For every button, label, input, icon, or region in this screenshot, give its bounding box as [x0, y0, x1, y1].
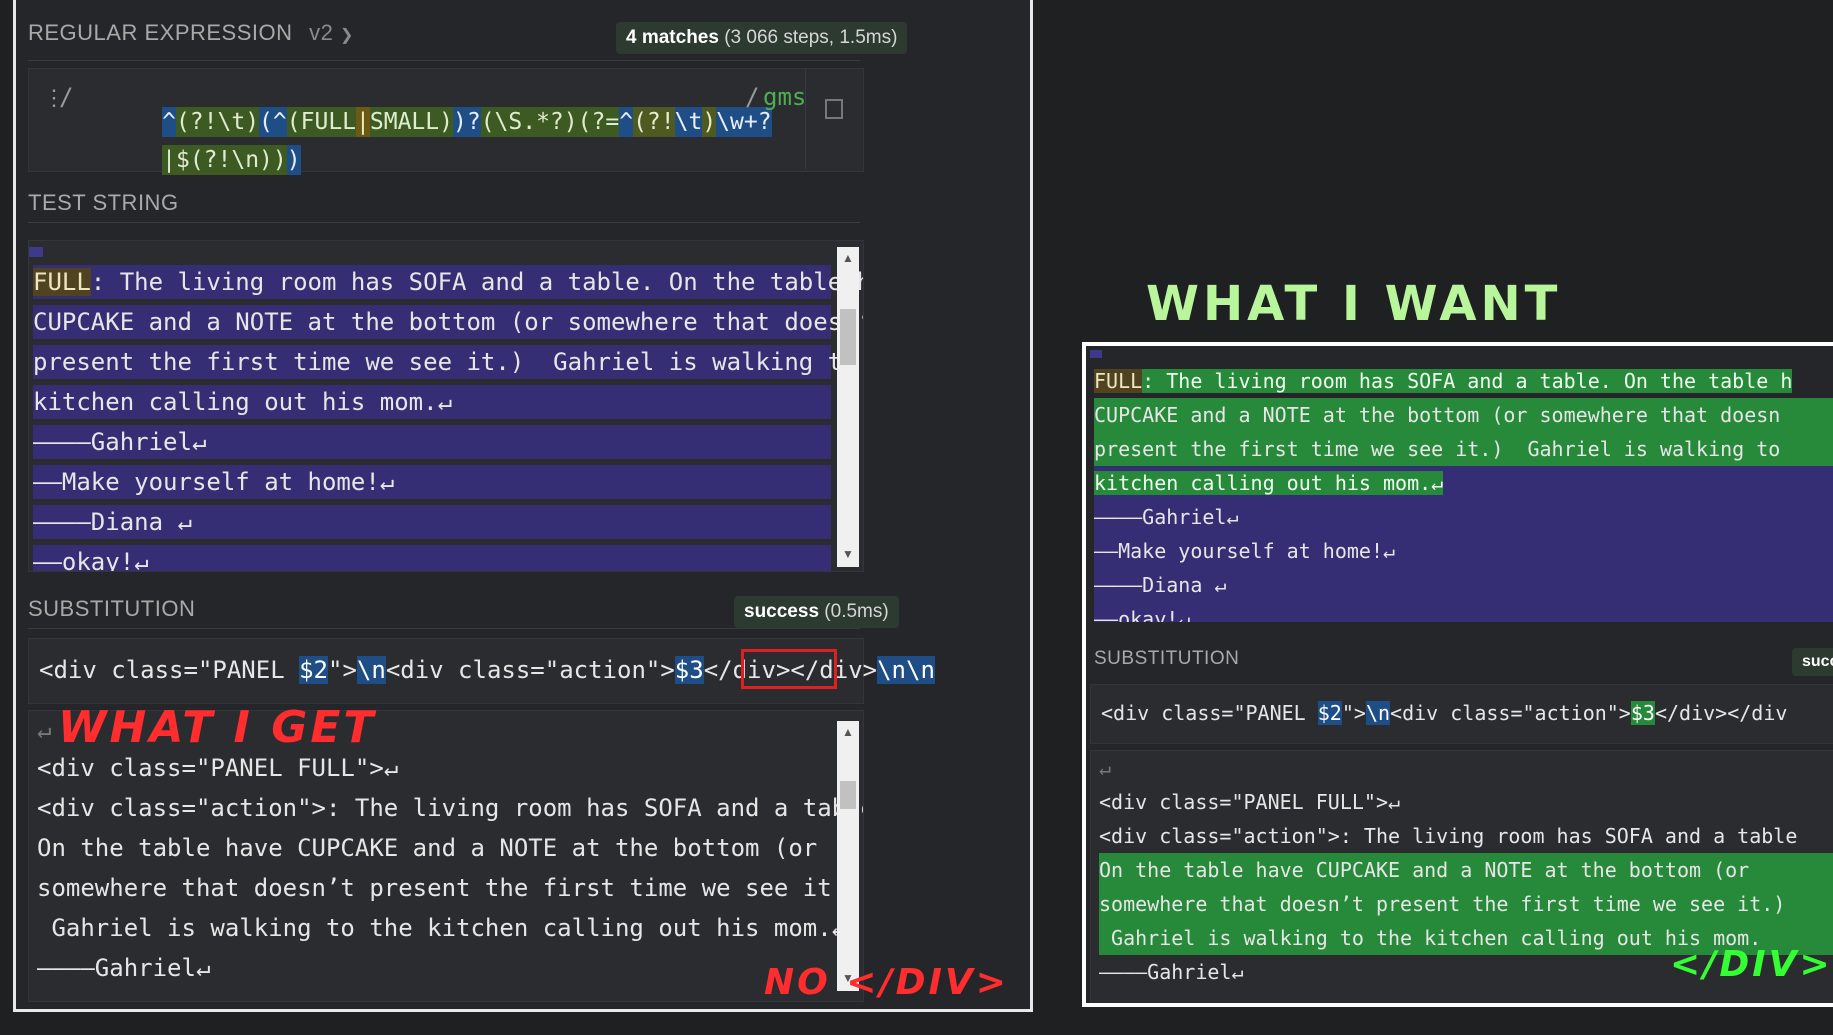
expected-result-panel: FULL: The living room has SOFA and a tab… — [1082, 342, 1833, 1007]
regex-token: (?= — [577, 107, 620, 137]
match-marker — [1090, 350, 1102, 358]
output-line: ↵ — [1099, 756, 1112, 780]
regex-token: \t — [674, 107, 703, 137]
output-line: On the table have CUPCAKE and a NOTE at … — [1099, 853, 1833, 887]
scroll-up-icon[interactable]: ▲ — [842, 251, 854, 265]
regex-token: | — [356, 107, 370, 137]
test-line: kitchen calling out his mom.↵ — [1094, 466, 1833, 500]
regex-divider — [28, 60, 860, 61]
matches-badge: 4 matches (3 066 steps, 1.5ms) — [616, 22, 908, 54]
test-line: ——Make yourself at home!↵ — [1094, 534, 1833, 568]
output-line: somewhere that doesn’t present the first… — [37, 874, 864, 902]
regex-token: ^ — [619, 107, 634, 137]
test-line: kitchen calling out his mom.↵ — [33, 385, 831, 419]
substitution-status: success — [744, 601, 820, 622]
substitution-time: (0.5ms) — [824, 601, 889, 622]
substitution-status-badge: success (0.5ms) — [734, 596, 899, 628]
regex-flags-button[interactable]: gms — [763, 83, 806, 111]
test-line: ————Diana ↵ — [1094, 568, 1833, 602]
scroll-up-icon[interactable]: ▲ — [842, 725, 854, 739]
regex-token: ) — [286, 145, 301, 175]
annotation-no-div: NO </DIV> — [764, 962, 1009, 1003]
substitution-input[interactable]: <div class="PANEL $2">\n<div class="acti… — [28, 638, 935, 704]
output-line: ↵ — [37, 716, 52, 744]
test-line: ————Gahriel↵ — [1094, 500, 1833, 534]
test-string-title: TEST STRING — [28, 190, 179, 215]
regex-token: )? — [452, 107, 481, 137]
scroll-thumb[interactable] — [840, 781, 856, 809]
output-line: <div class="action">: The living room ha… — [1099, 824, 1798, 848]
matches-count: 4 matches — [626, 27, 719, 48]
regex-token: \S.*? — [494, 107, 564, 137]
output-line: Gahriel is walking to the kitchen callin… — [37, 914, 847, 942]
output-line: <div class="PANEL FULL">↵ — [37, 754, 399, 782]
scroll-thumb[interactable] — [840, 309, 856, 365]
regex-token: FULL — [300, 107, 357, 137]
regex-pattern-line2: |$(?!\n))) — [79, 121, 301, 199]
substitution-input[interactable]: <div class="PANEL $2">\n<div class="acti… — [1090, 684, 1833, 744]
copy-icon[interactable] — [825, 99, 843, 119]
regex-token: SMALL — [369, 107, 440, 137]
output-line: <div class="PANEL FULL">↵ — [1099, 790, 1401, 814]
annotation-div: </DIV> — [1670, 944, 1833, 985]
substitution-title: SUBSTITUTION — [28, 596, 196, 621]
regex-title-text: REGULAR EXPRESSION — [28, 20, 293, 45]
regex-token: ( — [480, 107, 495, 137]
regex-token: ) — [563, 107, 578, 137]
sub-divider — [28, 628, 860, 629]
test-line: ————Diana ↵ — [33, 505, 831, 539]
output-line: ————Gahriel↵ — [1099, 960, 1244, 984]
regex-input[interactable]: ⋮ / ^(?!\t)(^(FULL|SMALL))?(\S.*?)(?=^(?… — [28, 68, 864, 175]
test-line: present the first time we see it.) Gahri… — [1094, 432, 1833, 466]
annotation-what-i-get: WHAT I GET — [58, 702, 377, 753]
substitution-title: SUBSTITUTION — [1094, 648, 1240, 669]
test-divider — [28, 222, 860, 223]
regex-token: ) — [439, 107, 453, 137]
regex-token: $ — [175, 145, 190, 175]
regex-tester-panel: REGULAR EXPRESSION v2 ❯ 4 matches (3 066… — [13, 0, 1033, 1012]
regex-token: (?! — [633, 107, 675, 137]
annotation-what-i-want: WHAT I WANT — [1146, 276, 1562, 332]
regex-token: (?!\n) — [189, 145, 273, 175]
version-selector[interactable]: v2 ❯ — [309, 20, 354, 45]
test-line: FULL: The living room has SOFA and a tab… — [1094, 369, 1793, 393]
test-line: CUPCAKE and a NOTE at the bottom (or som… — [33, 305, 863, 339]
substitution-status: succ — [1802, 653, 1833, 670]
test-scrollbar[interactable]: ▲ ▼ — [837, 247, 859, 567]
match-marker — [29, 247, 43, 257]
substitution-output: ↵ <div class="PANEL FULL">↵ <div class="… — [28, 710, 864, 1002]
regex-token: \w+? — [716, 107, 772, 137]
test-line: present the first time we see it.) Gahri… — [33, 345, 857, 379]
substitution-pattern: <div class="PANEL $2">\n<div class="acti… — [1101, 701, 1788, 725]
output-line: somewhere that doesn’t present the first… — [1099, 887, 1833, 921]
regex-section-title: REGULAR EXPRESSION v2 ❯ — [28, 20, 354, 46]
test-string-input[interactable]: FULL: The living room has SOFA and a tab… — [28, 240, 864, 572]
matches-detail: (3 066 steps, 1.5ms) — [724, 27, 898, 48]
regex-token: ) — [702, 107, 717, 137]
test-line: ——okay!↵ — [1094, 602, 1833, 622]
output-line: <div class="action">: The living room ha… — [37, 794, 864, 822]
test-line: CUPCAKE and a NOTE at the bottom (or som… — [1094, 398, 1833, 432]
regex-token: ) — [272, 145, 287, 175]
highlight-box — [741, 649, 837, 689]
test-line: FULL: The living room has SOFA and a tab… — [33, 265, 863, 299]
flags-divider — [805, 69, 806, 169]
output-line: On the table have CUPCAKE and a NOTE at … — [37, 834, 832, 862]
substitution-status-badge: succ — [1792, 648, 1833, 676]
version-label: v2 — [309, 20, 334, 45]
regex-token: | — [162, 145, 176, 175]
delimiter-close: / — [745, 83, 760, 111]
output-line: ————Gahriel↵ — [37, 954, 211, 982]
test-line: ——Make yourself at home!↵ — [33, 465, 831, 499]
scroll-down-icon[interactable]: ▼ — [842, 547, 854, 561]
test-line: ————Gahriel↵ — [33, 425, 831, 459]
delimiter-open: / — [59, 83, 74, 111]
output-scrollbar[interactable]: ▲ ▼ — [837, 721, 859, 991]
test-line: ——okay!↵ — [33, 545, 831, 571]
chevron-down-icon: ❯ — [340, 27, 354, 44]
